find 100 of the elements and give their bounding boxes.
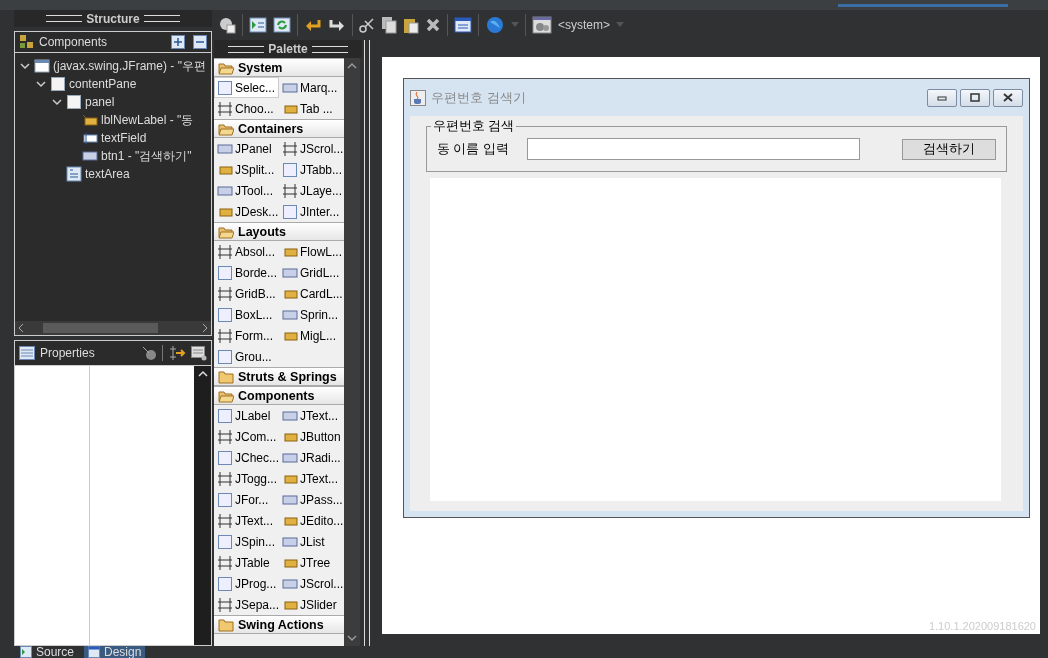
palette-item[interactable]: JTogg... xyxy=(214,468,279,489)
palette-item[interactable]: GridL... xyxy=(279,262,344,283)
palette-item[interactable]: JEdito... xyxy=(279,510,344,531)
widget-icon xyxy=(217,264,233,281)
folder-icon xyxy=(218,368,234,385)
palette-item[interactable]: JSpin... xyxy=(214,531,279,552)
palette-item[interactable]: JText... xyxy=(214,510,279,531)
palette-item[interactable]: BoxL... xyxy=(214,304,279,325)
palette-category[interactable]: Containers xyxy=(214,119,344,138)
widget-icon xyxy=(217,533,233,550)
tree-item[interactable]: panel xyxy=(85,95,115,109)
palette-item[interactable]: JInter... xyxy=(279,201,344,222)
tree-item[interactable]: contentPane xyxy=(69,77,137,91)
widget-icon xyxy=(282,161,298,178)
scrollbar[interactable] xyxy=(194,366,211,645)
palette-item[interactable]: FlowL... xyxy=(279,241,344,262)
widget-icon xyxy=(217,327,233,344)
palette-item[interactable]: CardL... xyxy=(279,283,344,304)
editor-tab[interactable]: Source xyxy=(16,646,79,658)
palette-item[interactable]: Grou... xyxy=(214,346,279,367)
scrollbar[interactable] xyxy=(15,321,211,335)
palette-item[interactable]: JDesk... xyxy=(214,201,279,222)
palette-item[interactable]: JPass... xyxy=(279,489,344,510)
palette-item[interactable]: JFor... xyxy=(214,489,279,510)
widget-icon xyxy=(282,140,298,157)
chevron-down-icon[interactable] xyxy=(19,60,31,72)
palette-item[interactable]: JChec... xyxy=(214,447,279,468)
maximize-button[interactable] xyxy=(960,88,990,107)
palette-item[interactable]: Selec... xyxy=(214,77,279,98)
maximize-icon xyxy=(970,93,980,102)
grip-icon[interactable] xyxy=(46,15,83,22)
palette-item[interactable]: JText... xyxy=(279,405,344,426)
palette-item[interactable]: JTool... xyxy=(214,180,279,201)
panel-title: Palette xyxy=(268,42,308,56)
palette-item[interactable]: JSlider xyxy=(279,594,344,615)
close-button[interactable] xyxy=(993,88,1023,107)
expand-all-icon[interactable] xyxy=(171,35,185,49)
palette-category[interactable]: Struts & Springs xyxy=(214,367,344,386)
chevron-down-icon[interactable] xyxy=(51,96,63,108)
scrollbar[interactable] xyxy=(344,58,360,646)
palette-item[interactable]: JSplit... xyxy=(214,159,279,180)
palette-item[interactable]: JLaye... xyxy=(279,180,344,201)
delete-icon[interactable] xyxy=(425,16,441,34)
palette-item[interactable]: JCom... xyxy=(214,426,279,447)
palette-item[interactable]: JProg... xyxy=(214,573,279,594)
palette-item[interactable]: JSepa... xyxy=(214,594,279,615)
palette-item[interactable]: JTable xyxy=(214,552,279,573)
refresh-icon[interactable] xyxy=(273,16,291,34)
palette-item[interactable]: Absol... xyxy=(214,241,279,262)
globe-icon[interactable] xyxy=(485,15,505,35)
palette-category[interactable]: Components xyxy=(214,386,344,405)
palette-item[interactable]: JTabb... xyxy=(279,159,344,180)
palette-item[interactable]: JScrol... xyxy=(279,138,344,159)
widget-icon xyxy=(217,470,233,487)
palette-item[interactable]: Borde... xyxy=(214,262,279,283)
chevron-down-icon[interactable] xyxy=(35,78,47,90)
palette-item[interactable]: JText... xyxy=(279,468,344,489)
paste-icon[interactable] xyxy=(403,16,419,34)
palette-item[interactable]: MigL... xyxy=(279,325,344,346)
palette-item[interactable]: Sprin... xyxy=(279,304,344,325)
tree-item[interactable]: textArea xyxy=(85,167,130,181)
scroll-left-icon[interactable] xyxy=(17,323,25,333)
palette-category[interactable]: System xyxy=(214,58,344,77)
scroll-right-icon[interactable] xyxy=(201,323,209,333)
palette-item[interactable]: Tab ... xyxy=(279,98,344,119)
palette-item[interactable]: GridB... xyxy=(214,283,279,304)
table-settings-icon[interactable] xyxy=(191,345,207,361)
window-title: 우편번호 검색기 xyxy=(431,88,527,107)
palette-item[interactable]: JButton xyxy=(279,426,344,447)
input-field[interactable] xyxy=(526,138,860,160)
system-selector[interactable]: <system> xyxy=(558,18,611,32)
arrow-right-icon[interactable] xyxy=(168,345,186,361)
label-icon xyxy=(82,112,98,128)
palette-item[interactable]: JPanel xyxy=(214,138,279,159)
grip-icon[interactable] xyxy=(228,45,265,53)
palette-item[interactable]: Marq... xyxy=(279,77,344,98)
editor-tab[interactable]: Design xyxy=(84,646,146,658)
palette-item[interactable]: JLabel xyxy=(214,405,279,426)
palette-item[interactable]: JRadi... xyxy=(279,447,344,468)
palette-category[interactable]: Layouts xyxy=(214,222,344,241)
palette-item[interactable]: JList xyxy=(279,531,344,552)
layout-icon[interactable] xyxy=(454,16,472,34)
grip-icon[interactable] xyxy=(311,45,348,53)
tree-item[interactable]: textField xyxy=(101,131,147,145)
copy-icon[interactable] xyxy=(381,16,397,34)
grip-icon[interactable] xyxy=(143,15,180,22)
palette-category[interactable]: Swing Actions xyxy=(214,615,344,634)
source-icon[interactable] xyxy=(249,16,267,34)
palette-item[interactable]: Choo... xyxy=(214,98,279,119)
scroll-down-icon[interactable] xyxy=(347,634,357,642)
tree-item[interactable]: lblNewLabel - "동 xyxy=(101,111,194,129)
tree-item[interactable]: btn1 - "검색하기" xyxy=(101,147,192,165)
minimize-button[interactable] xyxy=(927,88,957,107)
palette-item[interactable]: Form... xyxy=(214,325,279,346)
tree-item[interactable]: (javax.swing.JFrame) - "우편 xyxy=(53,57,206,75)
cut-icon[interactable] xyxy=(359,16,375,34)
collapse-all-icon[interactable] xyxy=(193,35,207,49)
search-button[interactable]: 검색하기 xyxy=(902,138,996,160)
palette-item[interactable]: JScrol... xyxy=(279,573,344,594)
palette-item[interactable]: JTree xyxy=(279,552,344,573)
